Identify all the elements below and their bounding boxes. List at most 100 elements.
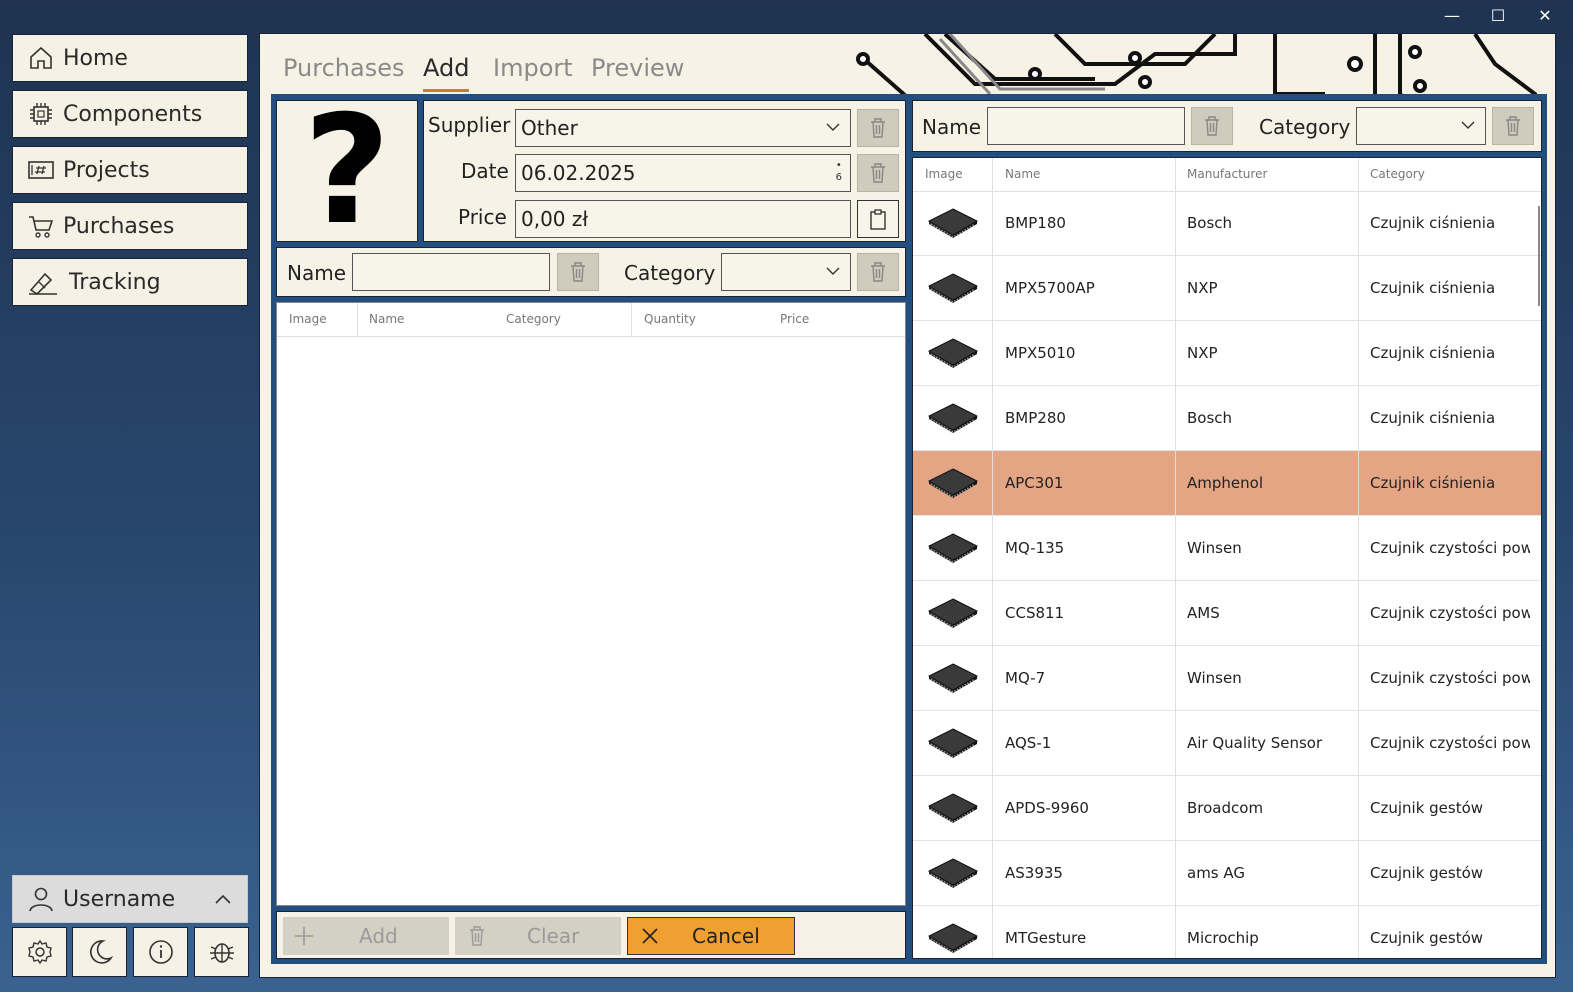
bug-report-button[interactable] [194, 927, 249, 977]
cancel-button[interactable]: Cancel [627, 917, 795, 955]
chip-icon [927, 598, 979, 628]
paste-price-button[interactable] [857, 200, 899, 238]
info-icon [148, 940, 173, 964]
cancel-button-label: Cancel [692, 924, 760, 948]
component-manufacturer: Winsen [1187, 539, 1242, 557]
chip-icon [927, 403, 979, 433]
table-row[interactable]: MQ-135 Winsen Czujnik czystości powi [913, 516, 1541, 581]
component-manufacturer: Microchip [1187, 929, 1259, 947]
component-manufacturer: Air Quality Sensor [1187, 734, 1323, 752]
column-header-price[interactable]: Price [780, 303, 809, 335]
table-row[interactable]: APDS-9960 Broadcom Czujnik gestów [913, 776, 1541, 841]
table-row[interactable]: AS3935 ams AG Czujnik gestów [913, 841, 1541, 906]
name-filter-input[interactable] [352, 253, 550, 291]
theme-toggle-button[interactable] [72, 927, 127, 977]
trash-icon [1205, 116, 1219, 136]
column-header-manufacturer[interactable]: Manufacturer [1187, 158, 1267, 190]
table-row[interactable]: APC301 Amphenol Czujnik ciśnienia [913, 451, 1541, 516]
right-filter-panel: Name Category [912, 100, 1542, 152]
clear-component-category-button[interactable] [1492, 107, 1534, 145]
price-input[interactable]: 0,00 zł [515, 200, 851, 238]
components-table[interactable]: Image Name Manufacturer Category BMP180 B… [912, 157, 1542, 959]
add-button[interactable]: Add [283, 917, 449, 955]
trash-icon [871, 163, 885, 183]
chip-icon [927, 663, 979, 693]
chip-image [925, 333, 981, 373]
tab-add[interactable]: Add [423, 54, 469, 82]
chip-icon [927, 468, 979, 498]
chip-icon [927, 793, 979, 823]
component-name-filter-input[interactable] [987, 107, 1185, 145]
sidebar-item-home[interactable]: Home [12, 34, 248, 82]
column-header-image[interactable]: Image [289, 303, 327, 335]
supplier-select[interactable]: Other [515, 109, 851, 147]
grid-board-icon [28, 161, 54, 179]
clear-name-filter-button[interactable] [557, 253, 599, 291]
clear-supplier-button[interactable] [857, 109, 899, 147]
image-placeholder[interactable]: ? [276, 96, 418, 246]
date-input[interactable]: 06.02.2025 • 6 [515, 154, 851, 192]
column-header-name[interactable]: Name [1005, 158, 1040, 190]
column-header-category[interactable]: Category [1370, 158, 1425, 190]
tab-preview[interactable]: Preview [591, 54, 684, 82]
column-header-quantity[interactable]: Quantity [644, 303, 696, 335]
trash-icon [470, 926, 484, 946]
component-category-select[interactable] [1356, 107, 1486, 145]
chip-image [925, 463, 981, 503]
chevron-down-icon [826, 123, 840, 131]
category-filter-select[interactable] [721, 253, 851, 291]
table-row[interactable]: MPX5700AP NXP Czujnik ciśnienia [913, 256, 1541, 321]
close-button[interactable]: ✕ [1525, 6, 1565, 25]
moon-icon [89, 940, 113, 964]
chevron-down-icon [826, 267, 840, 275]
purchase-items-table[interactable]: Image Name Category Quantity Price [276, 302, 906, 906]
component-name: APDS-9960 [1005, 799, 1089, 817]
date-spinner[interactable]: • 6 [836, 160, 842, 184]
component-name: APC301 [1005, 474, 1064, 492]
sidebar-item-projects[interactable]: Projects [12, 146, 248, 194]
clear-button[interactable]: Clear [455, 917, 621, 955]
component-category: Czujnik czystości powi [1370, 539, 1530, 557]
scrollbar-thumb[interactable] [1538, 206, 1540, 306]
column-header-category[interactable]: Category [506, 303, 561, 335]
chip-image [925, 268, 981, 308]
component-name: BMP180 [1005, 214, 1066, 232]
chip-icon [30, 103, 52, 125]
table-row[interactable]: CCS811 AMS Czujnik czystości powi [913, 581, 1541, 646]
table-row[interactable]: BMP280 Bosch Czujnik ciśnienia [913, 386, 1541, 451]
clear-category-filter-button[interactable] [857, 253, 899, 291]
table-row[interactable]: AQS-1 Air Quality Sensor Czujnik czystości… [913, 711, 1541, 776]
user-menu-button[interactable]: Username [12, 875, 248, 923]
info-button[interactable] [133, 927, 188, 977]
chip-icon [927, 338, 979, 368]
clear-component-name-button[interactable] [1191, 107, 1233, 145]
bug-icon [209, 943, 234, 963]
column-header-image[interactable]: Image [925, 158, 963, 190]
column-header-name[interactable]: Name [369, 303, 404, 335]
component-name: MPX5010 [1005, 344, 1076, 362]
chip-icon [927, 208, 979, 238]
sidebar-item-label: Purchases [63, 213, 175, 239]
sidebar-item-purchases[interactable]: Purchases [12, 202, 248, 250]
sidebar-item-components[interactable]: Components [12, 90, 248, 138]
left-filter-panel: Name Category [276, 247, 906, 297]
table-row[interactable]: MQ-7 Winsen Czujnik czystości powi [913, 646, 1541, 711]
component-manufacturer: ams AG [1187, 864, 1246, 882]
settings-button[interactable] [12, 927, 67, 977]
table-row[interactable]: MPX5010 NXP Czujnik ciśnienia [913, 321, 1541, 386]
sidebar-item-label: Components [63, 101, 203, 127]
question-mark-icon: ? [303, 84, 391, 258]
price-label: Price [458, 205, 507, 229]
component-manufacturer: Winsen [1187, 669, 1242, 687]
chip-icon [927, 728, 979, 758]
name-filter-label: Name [922, 115, 982, 139]
maximize-button[interactable]: ☐ [1478, 6, 1518, 25]
tab-import[interactable]: Import [493, 54, 573, 82]
clear-date-button[interactable] [857, 154, 899, 192]
sidebar-item-tracking[interactable]: Tracking [12, 258, 248, 306]
tab-purchases[interactable]: Purchases [283, 54, 405, 82]
table-row[interactable]: MTGesture Microchip Czujnik gestów [913, 906, 1541, 958]
minimize-button[interactable]: — [1432, 6, 1472, 25]
table-row[interactable]: BMP180 Bosch Czujnik ciśnienia [913, 191, 1541, 256]
sidebar-item-label: Home [63, 45, 128, 71]
